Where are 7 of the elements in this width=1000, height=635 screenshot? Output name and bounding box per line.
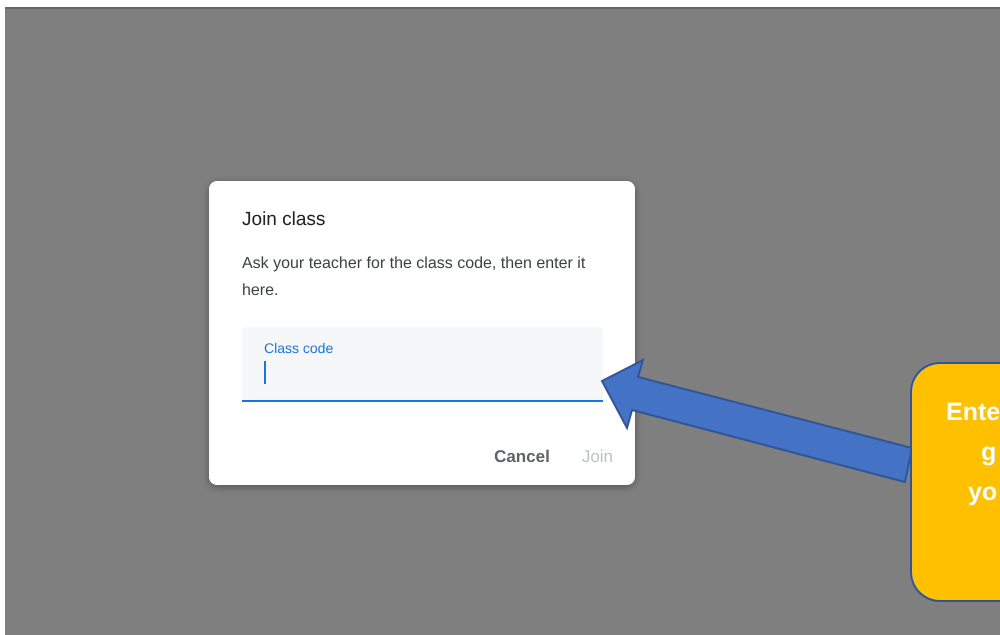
callout-text: Ente (945, 397, 1000, 428)
dialog-title: Join class (242, 209, 326, 231)
cancel-button[interactable]: Cancel (494, 447, 550, 467)
dialog-description: Ask your teacher for the class code, then enter it here. (242, 254, 586, 301)
callout-text: g (980, 437, 998, 468)
class-code-field[interactable]: Class code (242, 327, 603, 402)
callout-text: yo (967, 477, 998, 508)
